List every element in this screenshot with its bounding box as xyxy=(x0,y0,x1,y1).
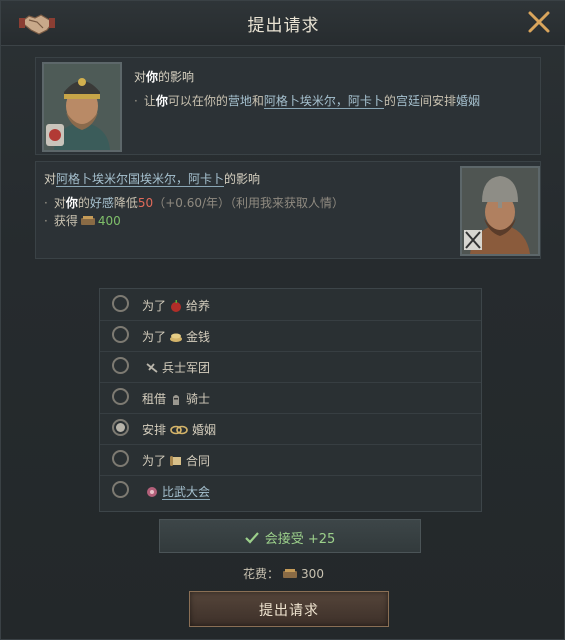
scroll-icon xyxy=(170,456,182,466)
target-portrait[interactable] xyxy=(460,166,540,256)
impact-self-title: 对你的影响 xyxy=(134,70,195,84)
option-gold[interactable]: 为了 金钱 xyxy=(100,320,481,352)
treasury-icon xyxy=(283,569,298,578)
tournament-icon xyxy=(147,487,157,497)
radio-button-selected[interactable] xyxy=(112,419,129,436)
radio-button[interactable] xyxy=(112,357,129,374)
submit-request-button[interactable]: 提出请求 xyxy=(189,591,389,627)
impact-other-panel: 对阿格卜埃米尔国埃米尔，阿卡卜的影响 · 对你的好感降低50（+0.60/年）（利… xyxy=(35,161,541,259)
radio-button[interactable] xyxy=(112,388,129,405)
gain-line: · 获得 400 xyxy=(44,214,121,228)
window-title: 提出请求 xyxy=(247,16,320,36)
radio-button[interactable] xyxy=(112,295,129,312)
option-marriage[interactable]: 安排 婚姻 xyxy=(100,413,481,445)
radio-button[interactable] xyxy=(112,326,129,343)
radio-button[interactable] xyxy=(112,450,129,467)
character-portrait-icon xyxy=(44,64,120,150)
impact-self-panel: 对你的影响 · 让你可以在你的营地和阿格卜埃米尔，阿卡卜的宫廷间安排婚姻 xyxy=(35,57,541,155)
option-soldiers[interactable]: 兵士军团 xyxy=(100,351,481,383)
rings-icon xyxy=(170,425,188,435)
option-food[interactable]: 为了 给养 xyxy=(100,289,481,321)
knight-icon xyxy=(173,395,180,405)
impact-other-title: 对阿格卜埃米尔国埃米尔，阿卡卜的影响 xyxy=(44,172,261,187)
cost-line: 花费： 300 xyxy=(243,567,324,581)
request-options-list: 为了 给养 为了 金钱 兵士军团 租借 骑士 安排 婚姻 为了 合同 比武大会 xyxy=(99,288,482,512)
option-knight[interactable]: 租借 骑士 xyxy=(100,382,481,414)
opinion-line: · 对你的好感降低50（+0.60/年）（利用我来获取人情） xyxy=(44,196,345,210)
ruler-link[interactable]: 阿格卜埃米尔国埃米尔，阿卡卜 xyxy=(56,172,225,187)
window-header: 提出请求 xyxy=(1,1,565,46)
apple-icon xyxy=(171,300,182,312)
player-portrait[interactable] xyxy=(42,62,122,152)
coins-icon xyxy=(170,333,183,342)
option-tournament[interactable]: 比武大会 xyxy=(100,475,481,506)
impact-self-line: · 让你可以在你的营地和阿格卜埃米尔，阿卡卜的宫廷间安排婚姻 xyxy=(134,94,480,109)
soldier-icon xyxy=(146,363,158,373)
request-window: 提出请求 对你的影响 · 让你可以在你的营地和阿格卜埃米尔，阿卡卜的宫廷间安排婚姻… xyxy=(0,0,565,640)
acceptance-text: 会接受 +25 xyxy=(264,532,336,547)
character-portrait-icon xyxy=(462,168,538,254)
close-icon[interactable] xyxy=(526,9,552,35)
character-link[interactable]: 阿格卜埃米尔，阿卡卜 xyxy=(263,94,384,109)
option-contract[interactable]: 为了 合同 xyxy=(100,444,481,476)
checkmark-icon xyxy=(244,532,259,544)
treasury-icon xyxy=(80,216,95,225)
acceptance-indicator[interactable]: 会接受 +25 xyxy=(159,519,421,553)
radio-button[interactable] xyxy=(112,481,129,498)
